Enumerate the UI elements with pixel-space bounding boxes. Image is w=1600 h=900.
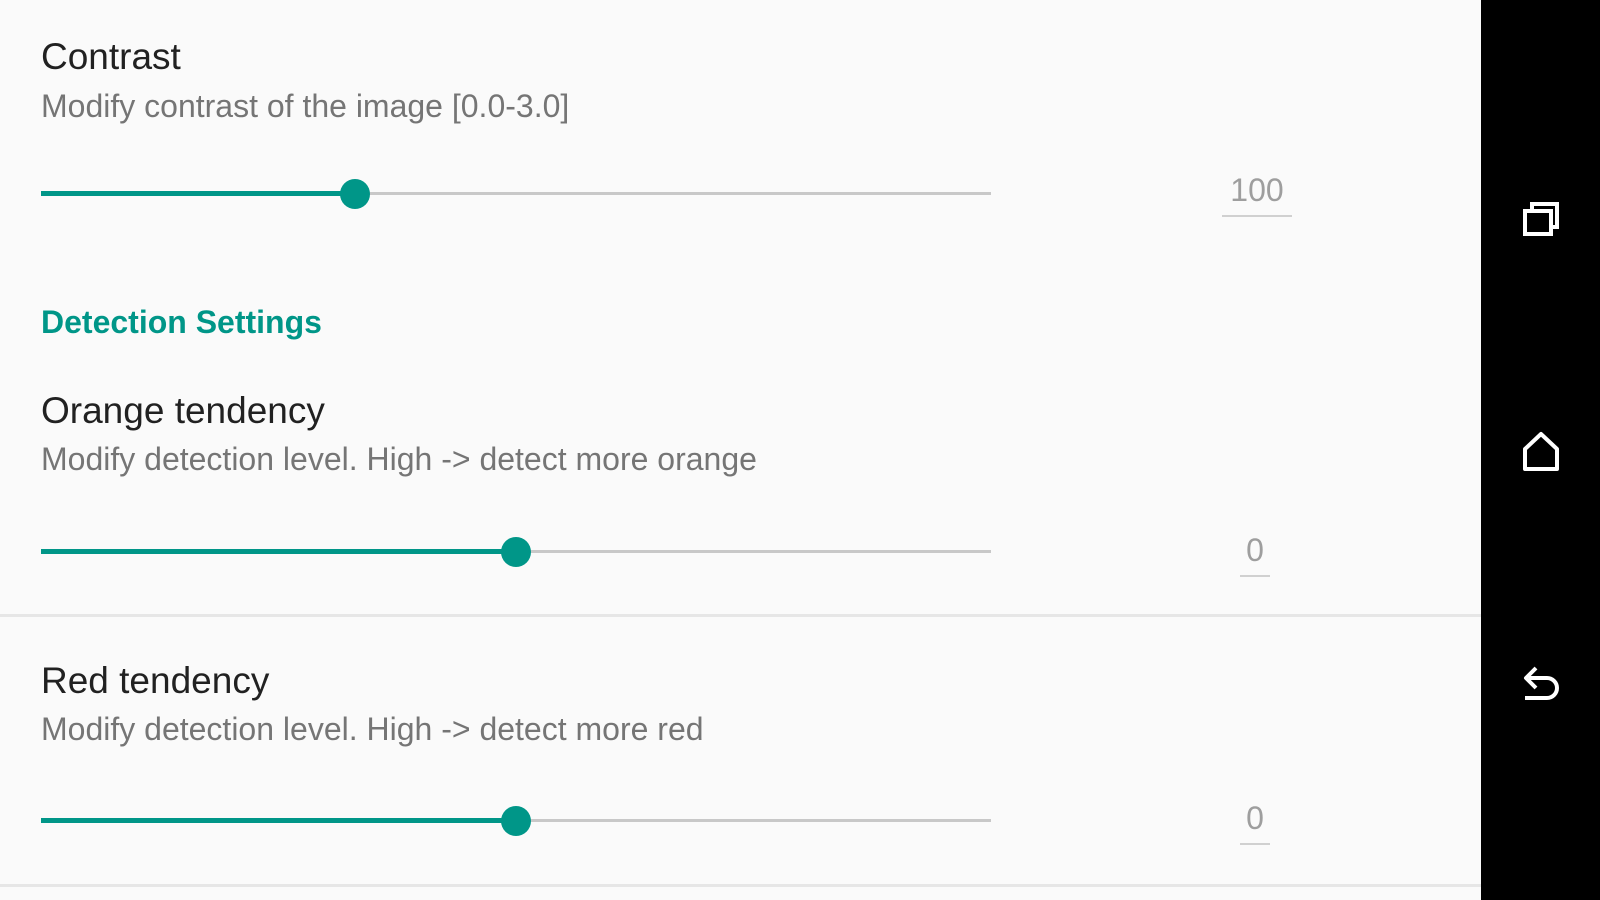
contrast-slider[interactable] <box>41 174 991 214</box>
slider-thumb[interactable] <box>339 179 370 209</box>
slider-thumb[interactable] <box>501 806 531 836</box>
home-icon <box>1522 432 1559 471</box>
slider-fill <box>41 818 516 823</box>
settings-list: Contrast Modify contrast of the image [0… <box>0 0 1481 900</box>
back-button[interactable] <box>1481 644 1600 724</box>
contrast-value-input[interactable]: 100 <box>1222 172 1292 217</box>
orange-tendency-slider[interactable] <box>41 532 991 572</box>
divider <box>0 614 1481 617</box>
home-button[interactable] <box>1481 411 1600 491</box>
red-tendency-title: Red tendency <box>41 660 270 701</box>
recent-apps-icon <box>1522 202 1559 236</box>
contrast-summary: Modify contrast of the image [0.0-3.0] <box>41 88 570 124</box>
navigation-bar <box>1481 0 1600 900</box>
orange-tendency-title: Orange tendency <box>41 390 325 431</box>
screen: Contrast Modify contrast of the image [0… <box>0 0 1600 900</box>
slider-fill <box>41 549 516 554</box>
contrast-title: Contrast <box>41 36 181 77</box>
orange-tendency-value-input[interactable]: 0 <box>1240 532 1270 577</box>
red-tendency-value-input[interactable]: 0 <box>1240 800 1270 845</box>
section-header-detection-settings: Detection Settings <box>41 304 322 340</box>
red-tendency-slider[interactable] <box>41 801 991 841</box>
divider <box>0 884 1481 887</box>
back-icon <box>1523 666 1559 700</box>
red-tendency-summary: Modify detection level. High -> detect m… <box>41 711 704 747</box>
orange-tendency-summary: Modify detection level. High -> detect m… <box>41 441 757 477</box>
slider-fill <box>41 191 355 196</box>
slider-thumb[interactable] <box>501 537 531 567</box>
recent-apps-button[interactable] <box>1481 178 1600 258</box>
